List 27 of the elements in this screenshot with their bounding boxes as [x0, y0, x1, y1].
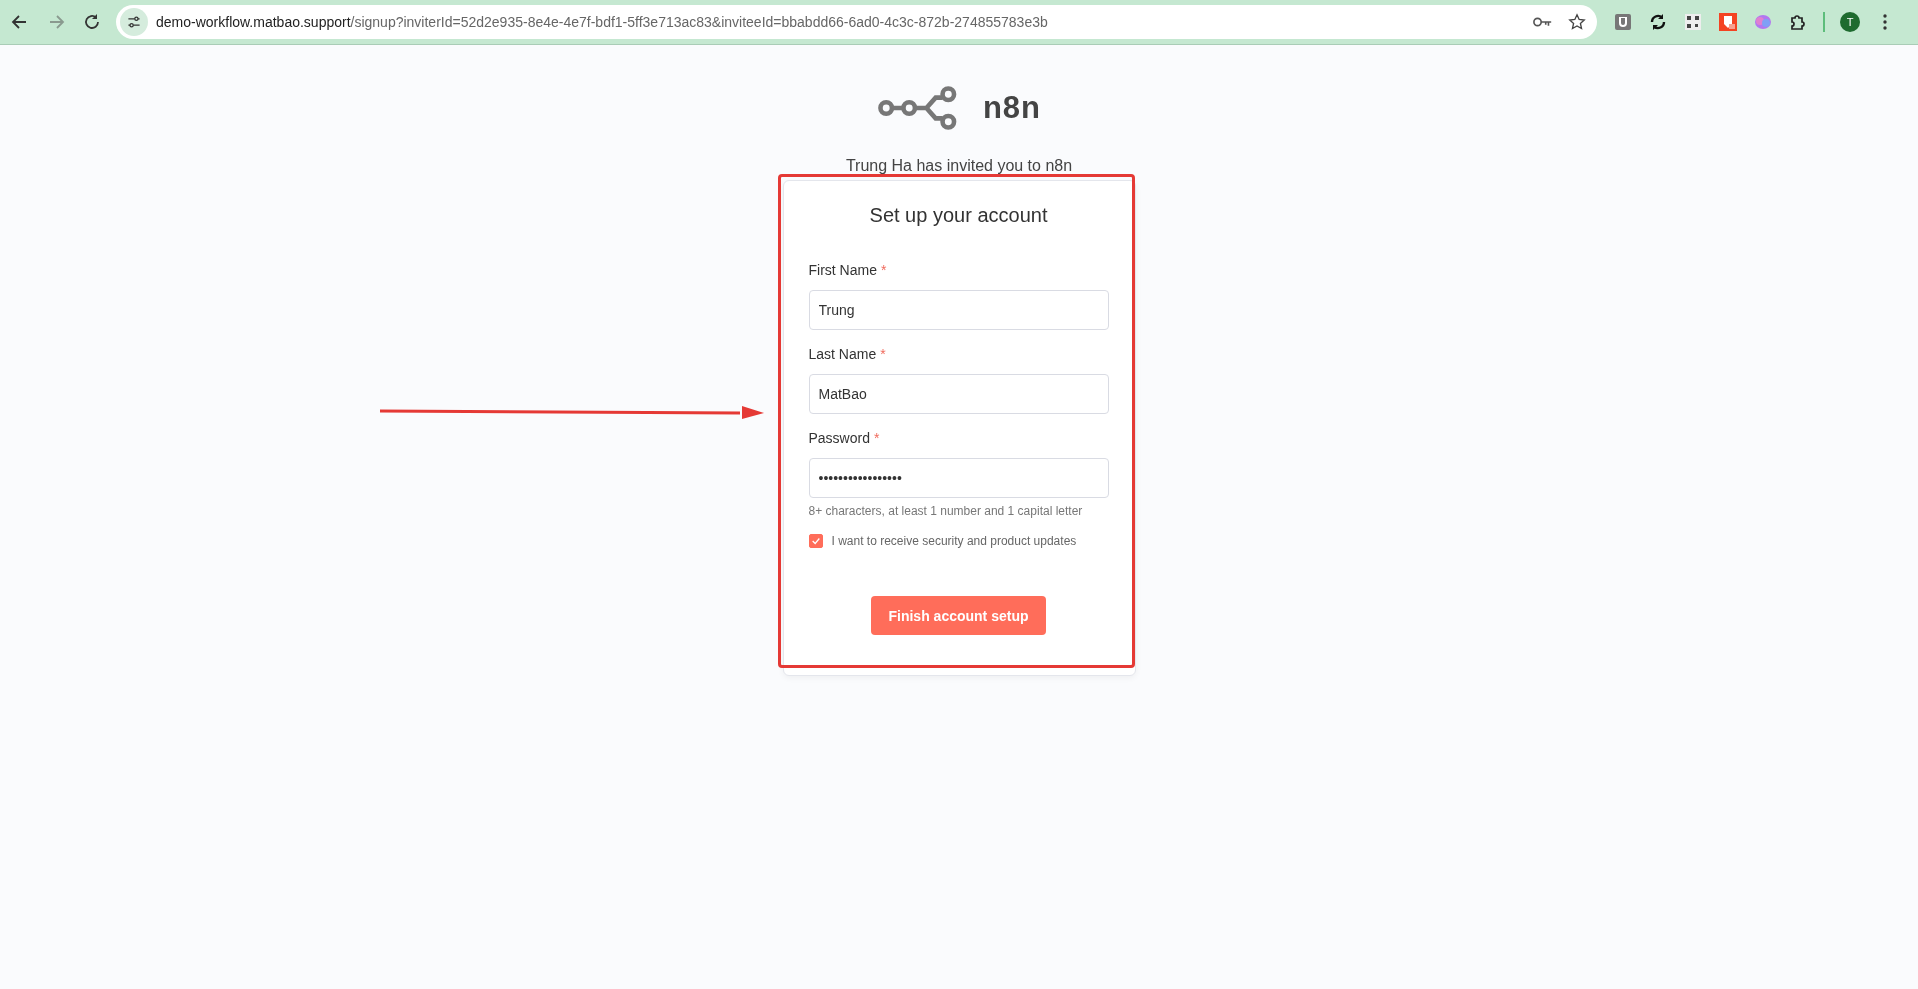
- profile-avatar[interactable]: T: [1840, 12, 1860, 32]
- required-mark: *: [880, 262, 887, 278]
- check-icon: [810, 536, 821, 546]
- input-field[interactable]: •••••••••••••••••: [808, 458, 1109, 498]
- card-title: Set up your account: [868, 204, 1049, 227]
- field-label: Password: [808, 430, 870, 446]
- sync-icon[interactable]: [1648, 12, 1668, 32]
- puzzle-icon[interactable]: [1788, 12, 1808, 32]
- reload-icon[interactable]: [82, 12, 102, 32]
- checkbox[interactable]: [808, 534, 823, 548]
- address-bar[interactable]: demo-workflow.matbao.support/signup?inviterId=52d2e935-8e4e-4e7f-bdf1-5ff3e713ac83&inviteeId=bbabdd66-6ad0-4c3c-872b-274855783e3b: [116, 5, 1597, 39]
- shield-icon[interactable]: [1613, 12, 1633, 32]
- logo-text: n8n: [982, 90, 1042, 126]
- input-field[interactable]: Trung: [808, 290, 1109, 330]
- field-label: Last Name: [808, 346, 877, 362]
- field-label: First Name: [808, 262, 877, 278]
- required-mark: *: [873, 430, 880, 446]
- site-settings-icon[interactable]: [120, 8, 148, 36]
- qr-code-icon[interactable]: [1683, 12, 1703, 32]
- checkbox-label: I want to receive security and product updates: [831, 534, 1077, 548]
- input-field[interactable]: MatBao: [808, 374, 1109, 414]
- star-icon[interactable]: [1567, 13, 1587, 31]
- hint-text: 8+ characters, at least 1 number and 1 capital letter: [808, 504, 1084, 518]
- required-mark: *: [880, 346, 886, 362]
- invite-text: Trung Ha has invited you to n8n: [845, 157, 1073, 175]
- lock-icon[interactable]: [1718, 12, 1738, 32]
- url-text: demo-workflow.matbao.support/signup?inviterId=52d2e935-8e4e-4e7f-bdf1-5ff3e713ac83&inviteeId=bbabdd66-6ad0-4c3c-872b-274855783e3b: [156, 14, 1048, 30]
